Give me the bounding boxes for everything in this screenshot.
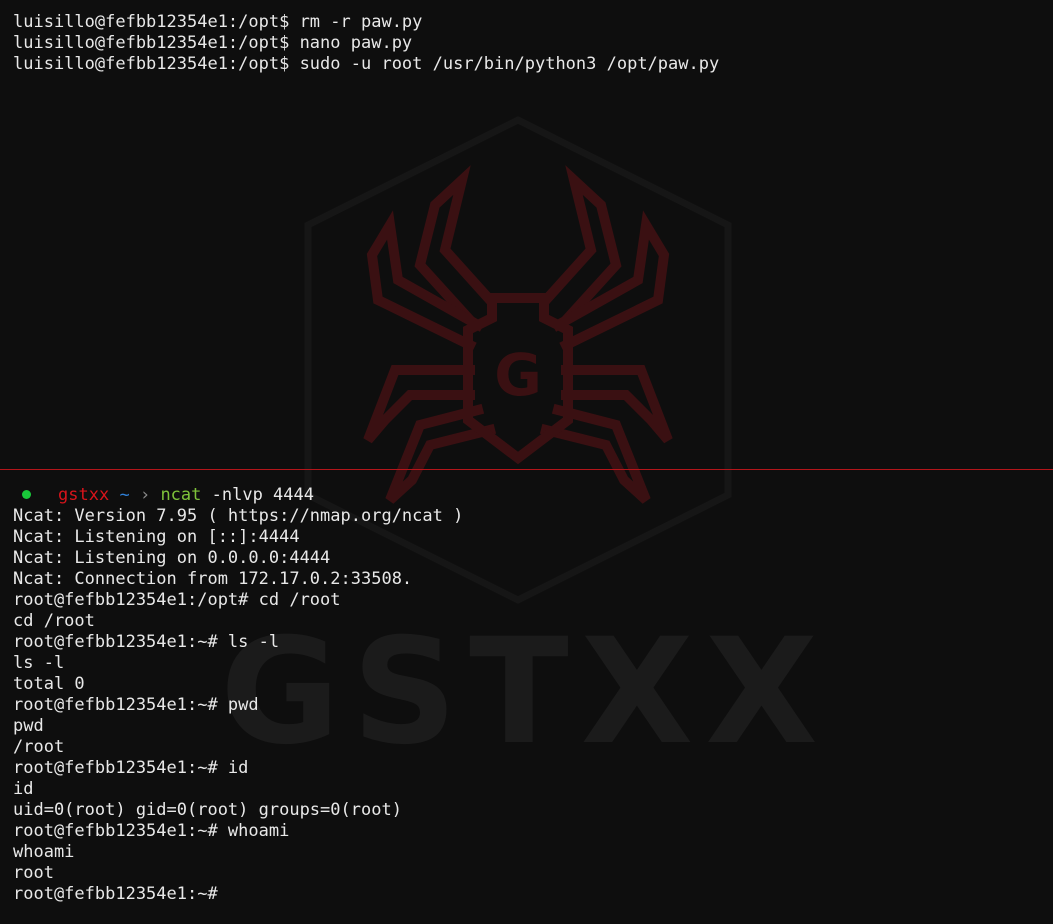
terminal-line: luisillo@fefbb12354e1:/opt$ sudo -u root… <box>13 54 720 74</box>
prompt-args: -nlvp 4444 <box>211 485 314 505</box>
terminal-line: root <box>13 863 54 883</box>
prompt-chevron-icon: › <box>139 485 151 505</box>
bottom-pane-output: gstxx ~ › ncat -nlvp 4444 Ncat: Version … <box>13 485 463 905</box>
terminal-line: root@fefbb12354e1:~# whoami <box>13 821 290 841</box>
terminal-line[interactable]: root@fefbb12354e1:~# <box>13 884 463 905</box>
terminal-line: root@fefbb12354e1:/opt# cd /root <box>13 590 341 610</box>
pane-divider[interactable] <box>0 469 1053 470</box>
terminal-line: root@fefbb12354e1:~# id <box>13 758 249 778</box>
status-dot-icon <box>22 490 31 499</box>
terminal-line: root@fefbb12354e1:~# ls -l <box>13 632 280 652</box>
terminal-line: ls -l <box>13 653 65 673</box>
terminal-line: root@fefbb12354e1:~# pwd <box>13 695 259 715</box>
terminal-line: luisillo@fefbb12354e1:/opt$ nano paw.py <box>13 33 413 53</box>
terminal-line: id <box>13 779 34 799</box>
prompt-command: ncat <box>160 485 202 505</box>
terminal-line: Ncat: Connection from 172.17.0.2:33508. <box>13 569 413 589</box>
terminal-line: Ncat: Listening on 0.0.0.0:4444 <box>13 548 331 568</box>
terminal-line: cd /root <box>13 611 95 631</box>
shell-prompt: gstxx ~ › ncat -nlvp 4444 <box>13 485 463 506</box>
terminal-line: luisillo@fefbb12354e1:/opt$ rm -r paw.py <box>13 12 423 32</box>
prompt-dir: ~ <box>119 485 130 505</box>
terminal-pane-bottom[interactable]: gstxx ~ › ncat -nlvp 4444 Ncat: Version … <box>0 471 1053 924</box>
prompt-user: gstxx <box>58 485 110 505</box>
terminal-window[interactable]: G GSTXX luisillo@fefbb12354e1:/opt$ rm -… <box>0 0 1053 924</box>
terminal-line: total 0 <box>13 674 85 694</box>
terminal-pane-top[interactable]: luisillo@fefbb12354e1:/opt$ rm -r paw.py… <box>0 0 1053 469</box>
terminal-line: Ncat: Listening on [::]:4444 <box>13 527 300 547</box>
terminal-line: whoami <box>13 842 75 862</box>
terminal-line: uid=0(root) gid=0(root) groups=0(root) <box>13 800 402 820</box>
terminal-line: Ncat: Version 7.95 ( https://nmap.org/nc… <box>13 506 464 526</box>
top-pane-output: luisillo@fefbb12354e1:/opt$ rm -r paw.py… <box>13 12 719 75</box>
terminal-line: /root <box>13 737 65 757</box>
terminal-line: pwd <box>13 716 44 736</box>
